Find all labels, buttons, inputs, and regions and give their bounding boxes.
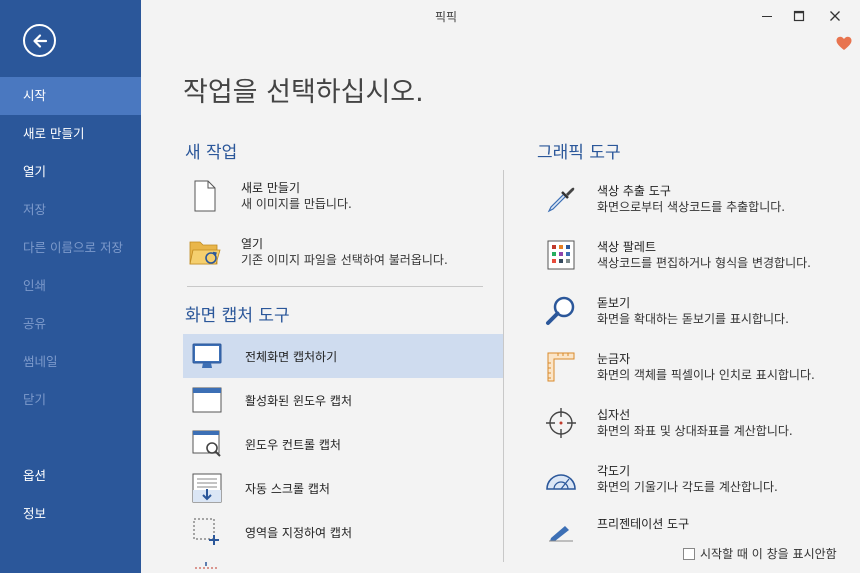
open-image-desc: 기존 이미지 파일을 선택하여 불러옵니다. — [241, 253, 448, 267]
sidebar-item-open[interactable]: 열기 — [0, 153, 141, 191]
crosshair-item[interactable]: 십자선 화면의 좌표 및 상대좌표를 계산합니다. — [545, 407, 793, 439]
sidebar-item-save: 저장 — [23, 202, 47, 217]
ruler-desc: 화면의 객체를 픽셀이나 인치로 표시합니다. — [597, 368, 815, 382]
sidebar-nav: 시작 새로 만들기 열기 저장 다른 이름으로 저장 인쇄 공유 썸네일 닫기 — [0, 77, 141, 419]
region-capture-icon — [191, 516, 223, 548]
dont-show-on-start-label: 시작할 때 이 창을 표시안함 — [700, 547, 837, 561]
magnifier-item[interactable]: 돋보기 화면을 확대하는 돋보기를 표시합니다. — [545, 295, 789, 327]
sidebar-item-print: 인쇄 — [23, 278, 47, 293]
maximize-icon — [793, 10, 805, 22]
new-task-heading: 새 작업 — [185, 143, 238, 163]
presentation-tool-item[interactable]: 프리젠테이션 도구 — [545, 516, 689, 548]
capture-region-label: 영역을 지정하여 캡처 — [245, 525, 352, 540]
sidebar-item-about[interactable]: 정보 — [0, 495, 141, 533]
magnifier-desc: 화면을 확대하는 돋보기를 표시합니다. — [597, 312, 789, 326]
sidebar-item-share: 공유 — [23, 316, 47, 331]
color-picker-title: 색상 추출 도구 — [597, 184, 671, 198]
magnifier-title: 돋보기 — [597, 296, 631, 310]
color-picker-desc: 화면으로부터 색상코드를 추출합니다. — [597, 200, 786, 214]
capture-fullscreen-label: 전체화면 캡처하기 — [245, 349, 338, 364]
sidebar-item-new[interactable]: 새로 만들기 — [0, 115, 141, 153]
close-window-button[interactable] — [823, 6, 847, 26]
graphic-tools-heading: 그래픽 도구 — [537, 143, 621, 163]
presentation-pen-icon — [545, 516, 577, 548]
new-document-icon — [189, 180, 221, 212]
favorite-button[interactable] — [836, 36, 852, 55]
capture-window-control-item[interactable]: 윈도우 컨트롤 캡처 — [183, 422, 503, 466]
ruler-icon — [545, 351, 577, 383]
capture-fullscreen-item[interactable]: 전체화면 캡처하기 — [183, 334, 503, 378]
sidebar: 시작 새로 만들기 열기 저장 다른 이름으로 저장 인쇄 공유 썸네일 닫기 … — [0, 0, 141, 573]
scroll-capture-icon — [191, 472, 223, 504]
ruler-title: 눈금자 — [597, 352, 631, 366]
capture-scroll-label: 자동 스크롤 캡처 — [245, 481, 330, 496]
sidebar-bottom-nav: 옵션 정보 — [0, 457, 141, 533]
minimize-icon — [762, 16, 772, 17]
open-folder-icon — [189, 236, 221, 268]
arrow-left-icon — [32, 33, 47, 48]
sidebar-item-thumbnail: 썸네일 — [23, 354, 58, 369]
sidebar-item-close: 닫기 — [23, 392, 47, 407]
protractor-icon — [545, 463, 577, 495]
checkbox-box[interactable] — [683, 547, 695, 560]
open-image-item[interactable]: 열기 기존 이미지 파일을 선택하여 불러옵니다. — [189, 236, 448, 268]
open-image-title: 열기 — [241, 237, 264, 251]
protractor-desc: 화면의 기울기나 각도를 계산합니다. — [597, 480, 778, 494]
crosshair-icon — [545, 407, 577, 439]
presentation-tool-title: 프리젠테이션 도구 — [597, 517, 690, 531]
active-window-icon — [191, 384, 223, 416]
sidebar-item-options[interactable]: 옵션 — [0, 457, 141, 495]
sidebar-item-start[interactable]: 시작 — [0, 77, 141, 115]
new-image-desc: 새 이미지를 만듭니다. — [241, 197, 352, 211]
column-divider — [503, 170, 504, 562]
main-panel: 픽픽 작업을 선택하십시오. 새 작업 새로 만들기 새 이미지를 만듭니다. … — [141, 0, 860, 573]
crosshair-title: 십자선 — [597, 408, 631, 422]
magnifier-icon — [545, 295, 577, 327]
section-divider — [187, 286, 483, 287]
capture-tools-heading: 화면 캡처 도구 — [185, 306, 290, 326]
window-title: 픽픽 — [434, 10, 458, 24]
ruler-item[interactable]: 눈금자 화면의 객체를 픽셀이나 인치로 표시합니다. — [545, 351, 815, 383]
back-button[interactable] — [23, 24, 56, 57]
palette-icon — [545, 239, 577, 271]
crosshair-desc: 화면의 좌표 및 상대좌표를 계산합니다. — [597, 424, 793, 438]
color-picker-item[interactable]: 색상 추출 도구 화면으로부터 색상코드를 추출합니다. — [545, 183, 785, 215]
sidebar-item-save-as: 다른 이름으로 저장 — [23, 240, 123, 255]
protractor-item[interactable]: 각도기 화면의 기울기나 각도를 계산합니다. — [545, 463, 778, 495]
capture-window-control-label: 윈도우 컨트롤 캡처 — [245, 437, 341, 452]
capture-region-item[interactable]: 영역을 지정하여 캡처 — [183, 510, 503, 554]
color-palette-item[interactable]: 색상 팔레트 색상코드를 편집하거나 형식을 변경합니다. — [545, 239, 811, 271]
color-palette-title: 색상 팔레트 — [597, 240, 657, 254]
monitor-icon — [191, 340, 223, 372]
more-capture-icon — [195, 562, 217, 569]
new-image-item[interactable]: 새로 만들기 새 이미지를 만듭니다. — [189, 180, 352, 212]
new-image-title: 새로 만들기 — [241, 181, 301, 195]
eyedropper-icon — [545, 183, 577, 215]
dont-show-on-start-checkbox[interactable]: 시작할 때 이 창을 표시안함 — [683, 545, 837, 562]
protractor-title: 각도기 — [597, 464, 631, 478]
capture-scroll-item[interactable]: 자동 스크롤 캡처 — [183, 466, 503, 510]
window-control-icon — [191, 428, 223, 460]
heart-icon — [836, 36, 852, 50]
maximize-button[interactable] — [787, 6, 811, 26]
color-palette-desc: 색상코드를 편집하거나 형식을 변경합니다. — [597, 256, 811, 270]
minimize-button[interactable] — [755, 6, 779, 26]
capture-active-window-label: 활성화된 윈도우 캡처 — [245, 393, 352, 408]
close-icon — [830, 11, 840, 21]
page-title: 작업을 선택하십시오. — [183, 77, 424, 108]
capture-active-window-item[interactable]: 활성화된 윈도우 캡처 — [183, 378, 503, 422]
